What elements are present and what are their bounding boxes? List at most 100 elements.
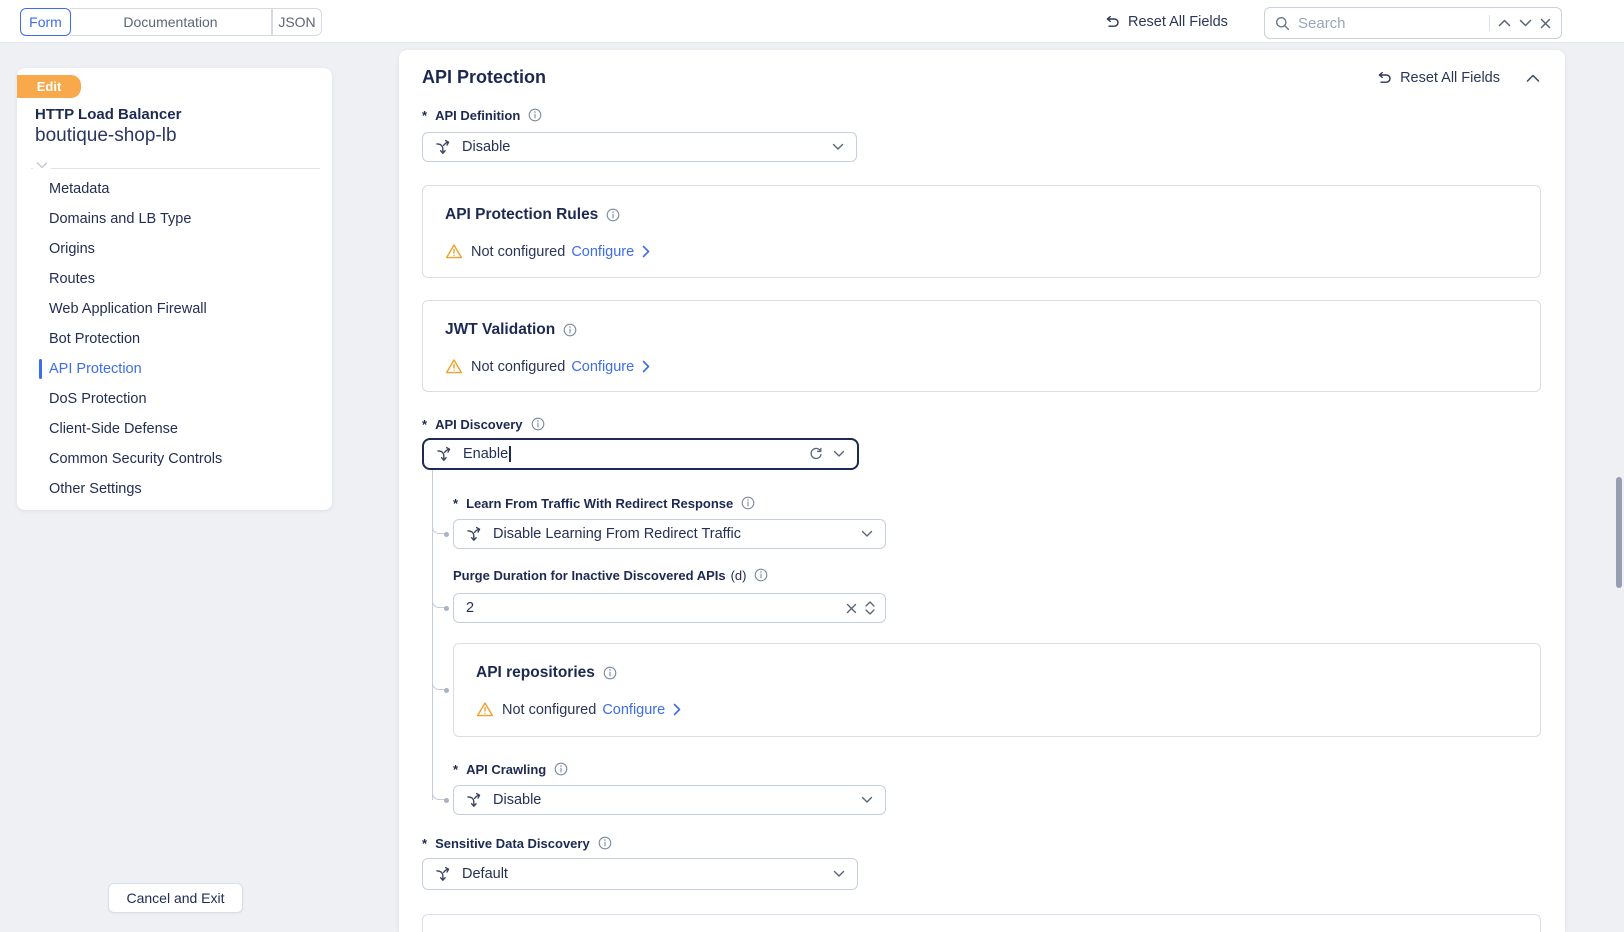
stepper-up-icon[interactable] <box>865 601 875 607</box>
box-title: API Protection Rules <box>445 206 598 224</box>
box-title: JWT Validation <box>445 321 555 339</box>
sensitive-data-discovery-select[interactable]: Default <box>422 858 858 890</box>
sidebar-item-label: DoS Protection <box>49 391 147 407</box>
sidebar-item-domains-lb-type[interactable]: Domains and LB Type <box>17 204 332 234</box>
search-close-icon[interactable] <box>1540 18 1551 29</box>
section-reset-label: Reset All Fields <box>1400 70 1500 86</box>
info-icon[interactable] <box>598 836 612 850</box>
info-icon[interactable] <box>563 323 577 337</box>
chevron-right-icon <box>673 703 681 716</box>
warning-icon <box>476 701 494 718</box>
learn-from-traffic-select[interactable]: Disable Learning From Redirect Traffic <box>453 519 886 549</box>
chevron-down-icon <box>861 796 873 804</box>
edit-mode-badge: Edit <box>17 75 81 98</box>
reset-all-fields-button[interactable]: Reset All Fields <box>1104 11 1228 33</box>
box-title-row: API repositories <box>476 664 1518 682</box>
sidebar-divider <box>31 168 320 169</box>
label-text: Sensitive Data Discovery <box>435 836 590 851</box>
configure-label: Configure <box>602 702 665 718</box>
sidebar-item-other-settings[interactable]: Other Settings <box>17 474 332 504</box>
select-value: Disable <box>462 139 822 155</box>
sidebar-item-metadata[interactable]: Metadata <box>17 174 332 204</box>
purge-duration-input[interactable] <box>466 600 838 616</box>
tree-dot <box>444 606 449 611</box>
selection-branch-icon <box>435 866 452 883</box>
sidebar-item-api-protection[interactable]: API Protection <box>17 354 332 384</box>
api-protection-rules-box: API Protection Rules Not configured Conf… <box>422 185 1541 278</box>
api-definition-label: * API Definition <box>422 107 542 123</box>
sidebar-item-label: Metadata <box>49 181 109 197</box>
box-title-row: JWT Validation <box>445 321 1518 339</box>
sidebar-item-label: Common Security Controls <box>49 451 222 467</box>
sidebar-item-label: Other Settings <box>49 481 142 497</box>
section-reset-all-fields-button[interactable]: Reset All Fields <box>1376 70 1500 86</box>
screen: Form Documentation JSON Reset All Fields <box>0 0 1624 932</box>
api-crawling-select[interactable]: Disable <box>453 785 886 815</box>
search-input[interactable] <box>1298 15 1481 32</box>
tree-elbow <box>432 791 445 800</box>
info-icon[interactable] <box>754 568 768 582</box>
cancel-and-exit-button[interactable]: Cancel and Exit <box>108 883 243 913</box>
sidebar-item-routes[interactable]: Routes <box>17 264 332 294</box>
collapse-section-icon[interactable] <box>1526 74 1540 83</box>
sidebar-item-common-security-controls[interactable]: Common Security Controls <box>17 444 332 474</box>
tree-dot <box>444 532 449 537</box>
tree-dot <box>444 688 449 693</box>
info-icon[interactable] <box>606 208 620 222</box>
status-text: Not configured <box>502 702 596 718</box>
tree-elbow <box>432 525 445 534</box>
panel-title: API Protection <box>422 67 546 88</box>
box-title-row: API Protection Rules <box>445 206 1518 224</box>
info-icon[interactable] <box>741 496 755 510</box>
info-icon[interactable] <box>531 417 545 431</box>
select-value: Enable <box>463 446 799 462</box>
select-value-text: Enable <box>463 446 508 462</box>
search-next-icon[interactable] <box>1519 19 1532 27</box>
sidebar-item-dos-protection[interactable]: DoS Protection <box>17 384 332 414</box>
tree-dot <box>444 798 449 803</box>
selection-branch-icon <box>435 139 452 156</box>
configure-link[interactable]: Configure <box>602 702 681 718</box>
tab-json[interactable]: JSON <box>272 8 322 36</box>
api-definition-select[interactable]: Disable <box>422 132 857 162</box>
tab-documentation[interactable]: Documentation <box>70 8 272 36</box>
sidebar-item-label: Bot Protection <box>49 331 140 347</box>
nested-tree-line <box>432 470 433 800</box>
page-scrollbar-thumb[interactable] <box>1616 477 1622 588</box>
next-section-box <box>422 914 1541 932</box>
configure-link[interactable]: Configure <box>571 244 650 260</box>
select-value: Disable Learning From Redirect Traffic <box>493 526 851 542</box>
sidebar-item-label: Domains and LB Type <box>49 211 191 227</box>
chevron-right-icon <box>642 245 650 258</box>
api-discovery-select[interactable]: Enable <box>422 438 859 470</box>
info-icon[interactable] <box>528 108 542 122</box>
box-title: API repositories <box>476 664 595 682</box>
api-protection-panel: API Protection Reset All Fields * API De… <box>399 50 1565 932</box>
stepper-down-icon[interactable] <box>865 609 875 615</box>
configure-label: Configure <box>571 244 634 260</box>
sidebar-item-waf[interactable]: Web Application Firewall <box>17 294 332 324</box>
selection-branch-icon <box>466 526 483 543</box>
sidebar-item-client-side-defense[interactable]: Client-Side Defense <box>17 414 332 444</box>
selection-branch-icon <box>436 446 453 463</box>
box-status-row: Not configured Configure <box>445 358 1518 375</box>
sidebar-nav: Metadata Domains and LB Type Origins Rou… <box>17 174 332 504</box>
label-text: Purge Duration for Inactive Discovered A… <box>453 568 726 583</box>
sidebar: Edit HTTP Load Balancer boutique-shop-lb… <box>17 68 332 510</box>
refresh-icon[interactable] <box>809 447 823 461</box>
chevron-down-icon <box>861 530 873 538</box>
clear-input-icon[interactable] <box>846 603 857 614</box>
required-marker: * <box>453 762 458 777</box>
sidebar-item-label: API Protection <box>49 361 142 377</box>
info-icon[interactable] <box>554 762 568 776</box>
tab-form[interactable]: Form <box>20 8 71 36</box>
configure-link[interactable]: Configure <box>571 359 650 375</box>
sidebar-item-bot-protection[interactable]: Bot Protection <box>17 324 332 354</box>
reset-all-fields-label: Reset All Fields <box>1128 14 1228 30</box>
info-icon[interactable] <box>603 666 617 680</box>
search-prev-icon[interactable] <box>1498 19 1511 27</box>
search-divider <box>1489 15 1490 31</box>
sidebar-item-label: Web Application Firewall <box>49 301 207 317</box>
object-type-label: HTTP Load Balancer <box>35 106 181 123</box>
sidebar-item-origins[interactable]: Origins <box>17 234 332 264</box>
